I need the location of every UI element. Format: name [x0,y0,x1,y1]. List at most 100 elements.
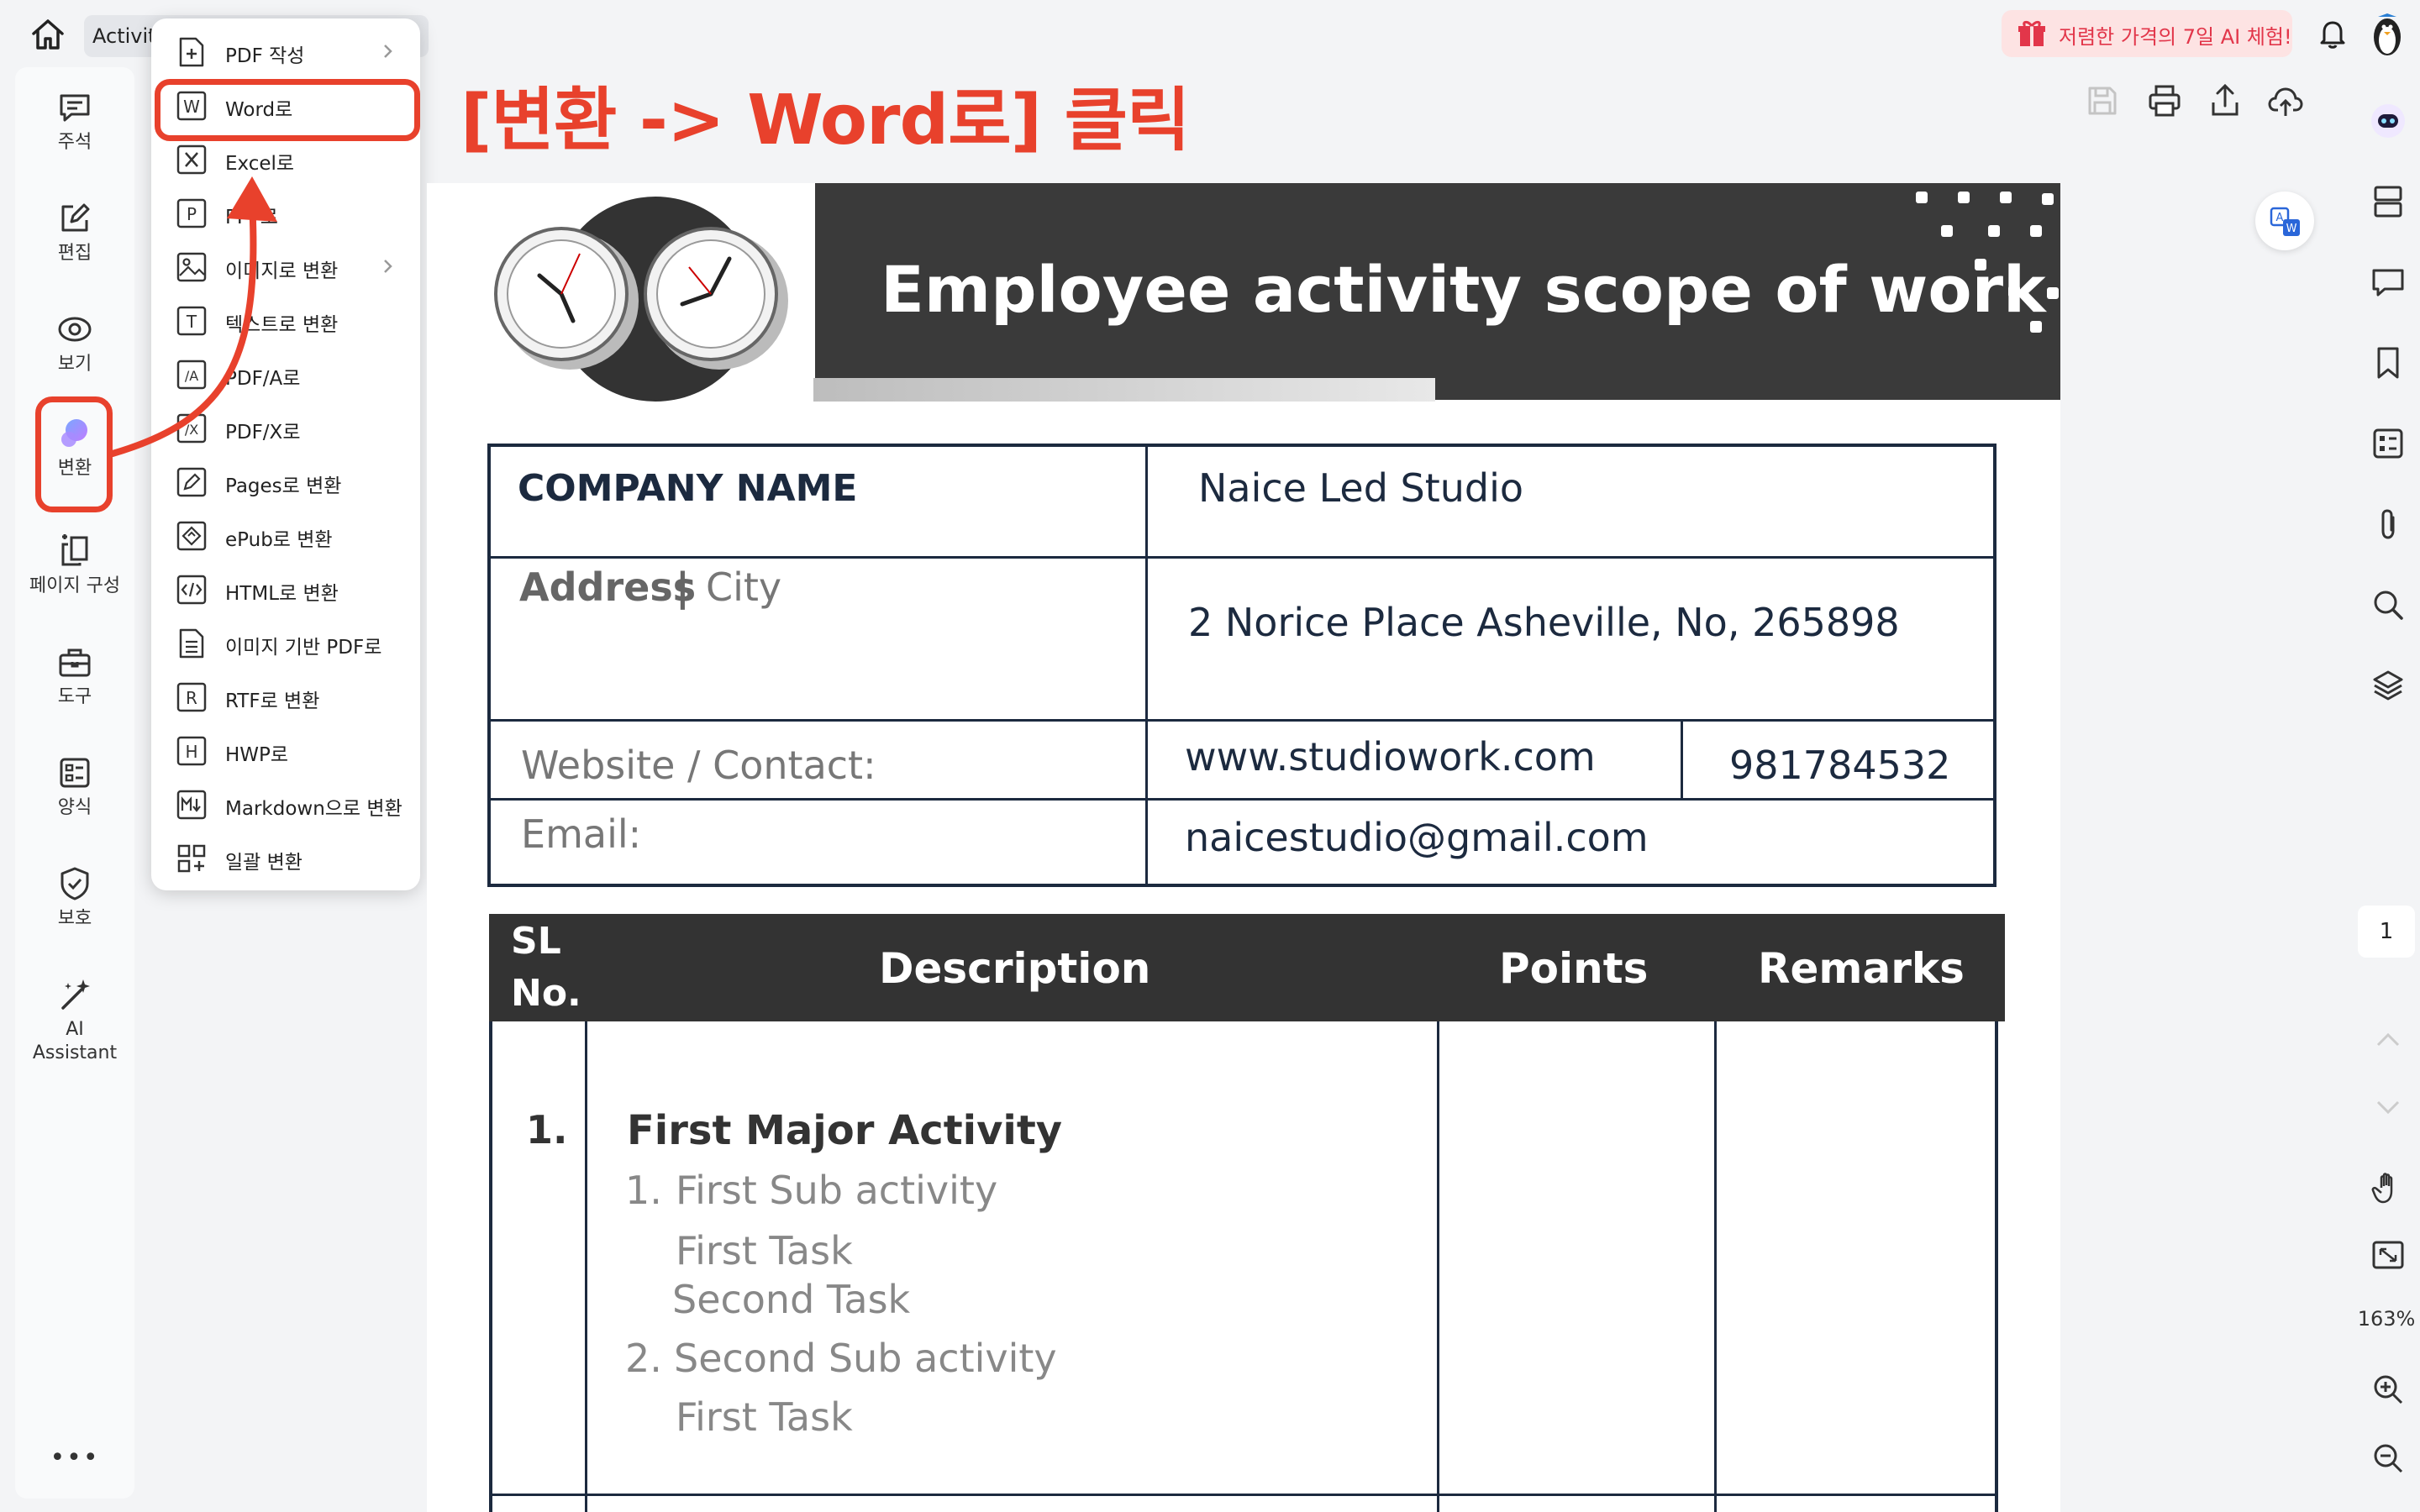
hand-tool-icon[interactable] [2370,1169,2407,1206]
sub-activity-number: 2. [625,1336,662,1381]
hwp-icon: H [176,736,207,766]
menu-item-pdf-create[interactable]: PDF 작성 [151,25,420,79]
menu-item-hwp[interactable]: H HWP로 [151,724,420,778]
html-icon [176,575,207,605]
address-value: 2 Norice Place Asheville, No, 265898 [1188,600,1900,645]
page-organize-icon [56,533,93,570]
sidebar-item-label: AI Assistant [32,1019,118,1063]
menu-item-label: HWP로 [225,744,289,766]
sidebar-item-comment[interactable]: 주석 [15,89,134,155]
header-points: Points [1499,944,1649,993]
gift-icon [2017,18,2047,48]
page-layout-icon[interactable] [2370,183,2407,220]
layers-icon[interactable] [2370,667,2407,704]
email-value: naicestudio@gmail.com [1185,815,1649,860]
website-value: www.studiowork.com [1185,734,1596,780]
bell-icon[interactable] [2316,17,2349,50]
pdf-create-icon [176,37,207,67]
table-border [1714,1021,1717,1512]
task: Second Task [672,1277,911,1322]
sub-activity: Second Sub activity [674,1336,1057,1381]
word-highlight-box [155,79,420,141]
table-border [487,444,491,887]
sidebar-item-ai-assistant[interactable]: AI Assistant [15,976,134,1065]
zoom-out-icon[interactable] [2370,1440,2407,1477]
menu-item-epub[interactable]: ePub로 변환 [151,509,420,563]
row-number: 1. [526,1107,568,1152]
website-label: Website / Contact: [521,743,876,788]
menu-item-batch[interactable]: 일괄 변환 [151,832,420,885]
print-icon[interactable] [2146,82,2183,119]
translate-word-button[interactable]: AW [2255,192,2314,250]
svg-text:R: R [186,688,197,708]
sub-activity: First Sub activity [676,1168,998,1213]
menu-item-label: 이미지 기반 PDF로 [225,637,382,659]
comment-icon[interactable] [2370,264,2407,301]
ai-wand-icon [56,976,93,1013]
sidebar-item-form[interactable]: 양식 [15,754,134,820]
menu-item-label: 일괄 변환 [225,852,302,874]
table-border [487,556,1996,559]
sidebar-item-label: 양식 [57,797,92,818]
email-label: Email: [521,811,642,857]
company-value: Naice Led Studio [1198,465,1524,511]
sidebar-item-page-organize[interactable]: 페이지 구성 [15,533,134,598]
share-icon[interactable] [2207,82,2244,119]
edit-icon [56,200,93,237]
sidebar-item-label: 보호 [57,908,92,929]
banner-underline [813,378,1435,402]
menu-item-markdown[interactable]: Markdown으로 변환 [151,778,420,832]
table-border [585,1021,587,1512]
batch-icon [176,843,207,874]
table-border [489,1494,1998,1496]
home-icon[interactable] [25,12,71,57]
zoom-in-icon[interactable] [2370,1371,2407,1408]
menu-item-rtf[interactable]: R RTF로 변환 [151,670,420,724]
table-border [1993,444,1996,887]
menu-item-html[interactable]: HTML로 변환 [151,563,420,617]
more-icon[interactable]: ••• [15,1443,134,1473]
table-border [1995,1021,1998,1512]
menu-item-label: PDF 작성 [225,45,305,67]
avatar[interactable] [2366,12,2408,57]
task: First Task [676,1394,853,1440]
table-border [487,444,1996,447]
zoom-level[interactable]: 163% [2349,1307,2420,1331]
table-border [487,884,1996,887]
table-border [1681,719,1683,800]
chevron-up-icon[interactable] [2370,1021,2407,1058]
clock-illustration [469,195,797,405]
ai-bot-icon[interactable] [2368,101,2408,141]
save-icon[interactable] [2084,82,2121,119]
page-number-field[interactable]: 1 [2358,906,2415,958]
search-icon[interactable] [2370,586,2407,623]
attachment-icon[interactable] [2370,506,2407,543]
sidebar-item-tools[interactable]: 도구 [15,643,134,709]
sidebar-item-label: 도구 [57,686,92,707]
menu-item-label: RTF로 변환 [225,690,320,712]
epub-icon [176,521,207,551]
cloud-upload-icon[interactable] [2267,82,2304,119]
rtf-icon: R [176,682,207,712]
table-border [1145,444,1148,887]
menu-item-image-pdf[interactable]: 이미지 기반 PDF로 [151,617,420,670]
fit-page-icon[interactable] [2370,1236,2407,1273]
sub-activity-number: 1. [625,1168,662,1213]
phone-value: 981784532 [1729,743,1951,788]
form-icon [56,754,93,791]
chevron-down-icon[interactable] [2370,1089,2407,1126]
toolbox-icon [56,643,93,680]
svg-text:W: W [2286,223,2297,235]
sidebar-item-label: 페이지 구성 [29,575,121,596]
bookmark-icon[interactable] [2370,344,2407,381]
chevron-right-icon [378,39,398,64]
form-fields-icon[interactable] [2370,425,2407,462]
document-title: Employee activity scope of work [881,252,2046,327]
company-label: COMPANY NAME [518,467,858,510]
arrow-icon [101,168,286,470]
svg-text:A: A [2276,212,2284,224]
sidebar-item-protect[interactable]: 보호 [15,865,134,931]
table-border [489,1021,492,1512]
image-pdf-icon [176,628,207,659]
address-city: City [706,564,782,610]
